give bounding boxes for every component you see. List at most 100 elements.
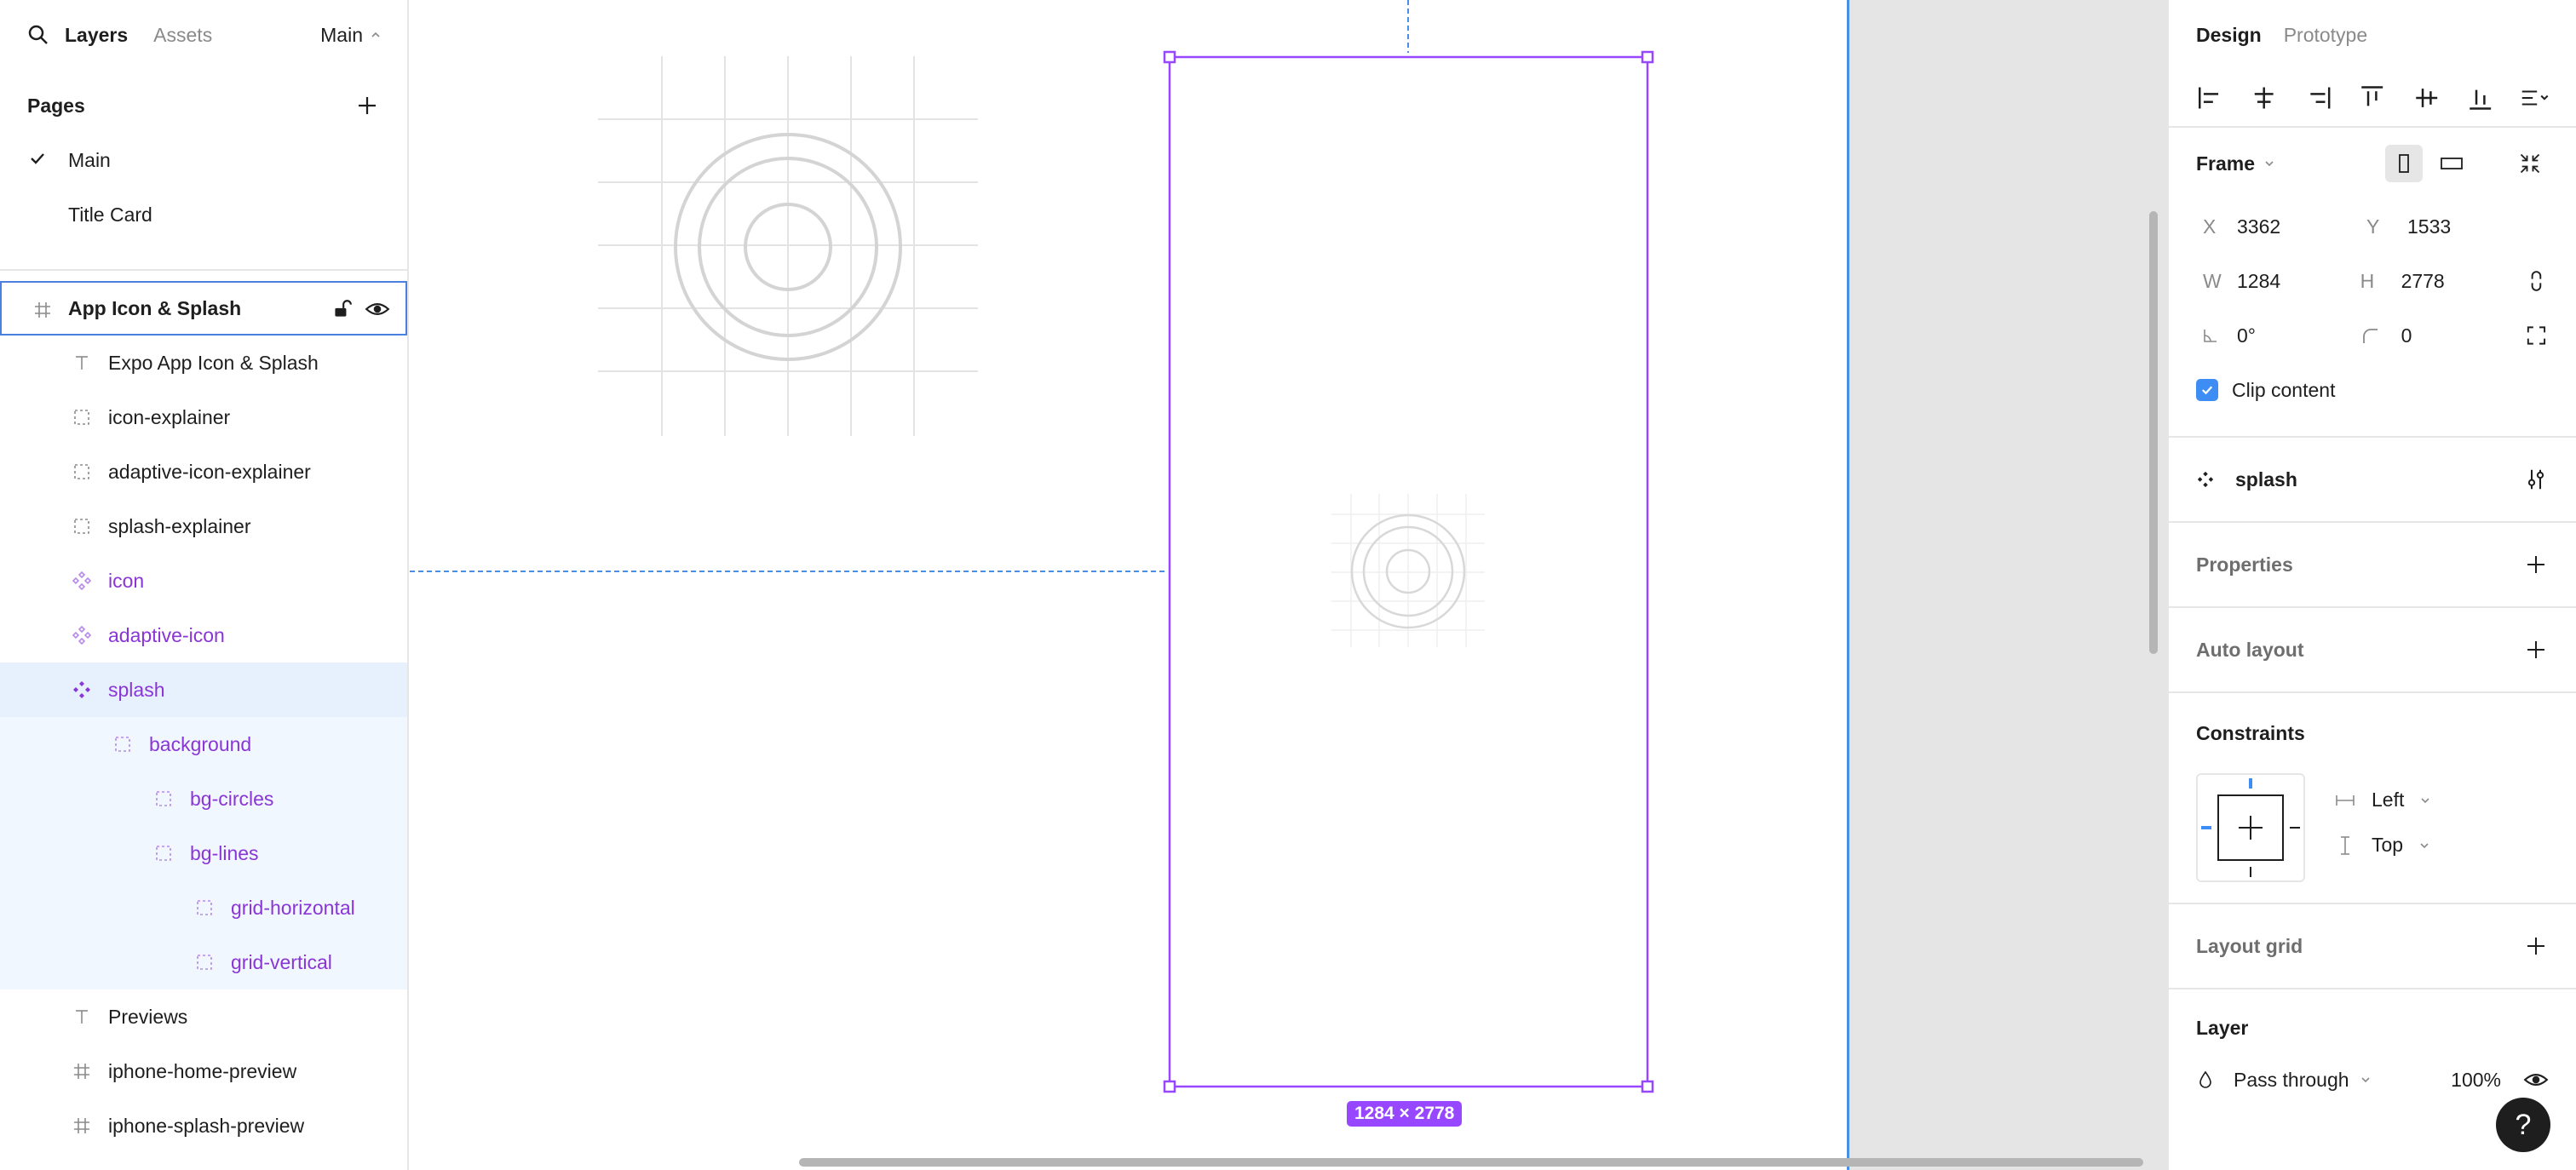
layer-splash-explainer[interactable]: splash-explainer: [0, 499, 407, 553]
layer-bg-lines[interactable]: bg-lines: [0, 826, 407, 880]
layer-label: Expo App Icon & Splash: [108, 351, 319, 374]
x-label: X: [2203, 215, 2217, 238]
resize-to-fit-button[interactable]: [2511, 145, 2549, 182]
x-field[interactable]: X 3362: [2196, 215, 2366, 238]
vertical-constraint-value: Top: [2372, 834, 2404, 856]
component-name[interactable]: splash: [2235, 468, 2297, 491]
frame-icon: [35, 302, 50, 318]
tab-layers[interactable]: Layers: [65, 24, 128, 47]
splash-grid-artwork: [1331, 494, 1485, 647]
radius-value: 0: [2401, 324, 2412, 347]
w-value: 1284: [2237, 269, 2281, 292]
tab-design[interactable]: Design: [2196, 24, 2262, 47]
layer-label: icon: [108, 569, 145, 592]
horizontal-constraint-value: Left: [2372, 789, 2405, 811]
page-item-main[interactable]: Main: [0, 133, 407, 187]
align-left-icon[interactable]: [2194, 82, 2226, 114]
constraint-options: Left Top: [2334, 773, 2431, 882]
align-top-icon[interactable]: [2356, 82, 2388, 114]
frame-type-label[interactable]: Frame: [2196, 152, 2255, 175]
layer-icon[interactable]: icon: [0, 553, 407, 608]
align-vertical-center-icon[interactable]: [2411, 82, 2442, 114]
text-layer-icon: [76, 1010, 88, 1024]
design-canvas[interactable]: [410, 0, 1848, 1170]
layout-grid-section-header: Layout grid: [2169, 904, 2576, 988]
chevron-down-icon: [2421, 797, 2429, 803]
landscape-orientation-button[interactable]: [2433, 145, 2470, 182]
layer-adaptive-icon-explainer[interactable]: adaptive-icon-explainer: [0, 444, 407, 499]
constrain-proportions-icon[interactable]: [2524, 268, 2549, 294]
eye-icon[interactable]: [365, 298, 390, 320]
page-switcher[interactable]: Main: [320, 24, 382, 47]
layer-expo-title[interactable]: Expo App Icon & Splash: [0, 336, 407, 390]
chevron-down-icon[interactable]: [2263, 158, 2275, 169]
radius-field[interactable]: 0: [2360, 324, 2525, 347]
layer-app-icon-splash[interactable]: App Icon & Splash: [0, 281, 407, 336]
tab-assets[interactable]: Assets: [153, 24, 212, 47]
w-field[interactable]: W 1284: [2196, 270, 2360, 293]
layer-label: adaptive-icon: [108, 623, 225, 646]
portrait-orientation-button[interactable]: [2385, 145, 2423, 182]
component-settings-icon[interactable]: [2523, 467, 2549, 492]
divider: [0, 269, 407, 271]
canvas-artwork: [410, 0, 1654, 1093]
rotation-field[interactable]: 0°: [2196, 324, 2360, 347]
layer-background[interactable]: background: [0, 717, 407, 771]
opacity-value[interactable]: 100%: [2451, 1069, 2501, 1092]
chevron-down-icon: [2420, 842, 2429, 848]
component-row: splash: [2169, 438, 2576, 521]
horizontal-constraint-select[interactable]: Left: [2334, 789, 2431, 812]
layer-grid-vertical[interactable]: grid-vertical: [0, 935, 407, 989]
layer-label: background: [149, 732, 252, 755]
layer-icon-explainer[interactable]: icon-explainer: [0, 390, 407, 444]
layer-splash[interactable]: splash: [0, 662, 407, 717]
help-button[interactable]: ?: [2496, 1098, 2550, 1152]
layer-iphone-splash-preview-dark[interactable]: iphone-splash-preview-dark: [0, 1153, 407, 1170]
h-field[interactable]: H 2778: [2360, 270, 2525, 293]
add-auto-layout-icon[interactable]: [2523, 637, 2549, 662]
auto-layout-section-header: Auto layout: [2169, 608, 2576, 691]
frame-icon: [74, 1118, 89, 1133]
distribute-menu-icon[interactable]: [2519, 82, 2550, 114]
group-icon: [197, 955, 212, 970]
layer-iphone-splash-preview[interactable]: iphone-splash-preview: [0, 1098, 407, 1153]
vertical-constraint-select[interactable]: Top: [2334, 834, 2431, 857]
group-icon: [74, 464, 89, 479]
clip-content-label: Clip content: [2232, 378, 2336, 401]
layer-adaptive-icon[interactable]: adaptive-icon: [0, 608, 407, 662]
layer-grid-horizontal[interactable]: grid-horizontal: [0, 880, 407, 935]
design-panel: Design Prototype Frame X 3362 Y 1533 W 1…: [2167, 0, 2576, 1170]
x-value: 3362: [2237, 215, 2281, 238]
layer-bg-circles[interactable]: bg-circles: [0, 771, 407, 826]
unlock-icon[interactable]: [331, 298, 353, 320]
component-icon: [2197, 471, 2214, 488]
eye-icon[interactable]: [2523, 1069, 2549, 1091]
y-field[interactable]: Y 1533: [2366, 215, 2537, 238]
independent-corners-icon[interactable]: [2524, 323, 2549, 348]
search-icon[interactable]: [26, 22, 51, 48]
align-horizontal-center-icon[interactable]: [2248, 82, 2280, 114]
constraints-section-header: Constraints: [2169, 693, 2576, 773]
constraints-widget[interactable]: [2196, 773, 2305, 882]
text-layer-icon: [76, 356, 88, 370]
align-bottom-icon[interactable]: [2464, 82, 2496, 114]
add-property-icon[interactable]: [2523, 552, 2549, 577]
component-instance-icon: [72, 625, 92, 645]
layer-label: iphone-splash-preview: [108, 1114, 305, 1137]
page-item-title-card[interactable]: Title Card: [0, 187, 407, 242]
add-layout-grid-icon[interactable]: [2523, 933, 2549, 959]
resize-to-fit-icon: [2520, 153, 2540, 174]
tab-prototype[interactable]: Prototype: [2284, 24, 2367, 47]
page-switcher-label: Main: [320, 23, 363, 46]
canvas-outside-area: [1849, 0, 2167, 1170]
add-page-icon[interactable]: [354, 93, 380, 118]
align-right-icon[interactable]: [2303, 82, 2334, 114]
layer-label: App Icon & Splash: [68, 296, 242, 319]
vertical-scrollbar[interactable]: [2149, 211, 2158, 654]
blend-mode-value[interactable]: Pass through: [2234, 1069, 2349, 1092]
layer-label: splash: [108, 678, 165, 701]
horizontal-scrollbar[interactable]: [799, 1158, 2143, 1167]
layer-iphone-home-preview[interactable]: iphone-home-preview: [0, 1044, 407, 1098]
layer-previews[interactable]: Previews: [0, 989, 407, 1044]
clip-content-checkbox[interactable]: [2196, 379, 2218, 401]
